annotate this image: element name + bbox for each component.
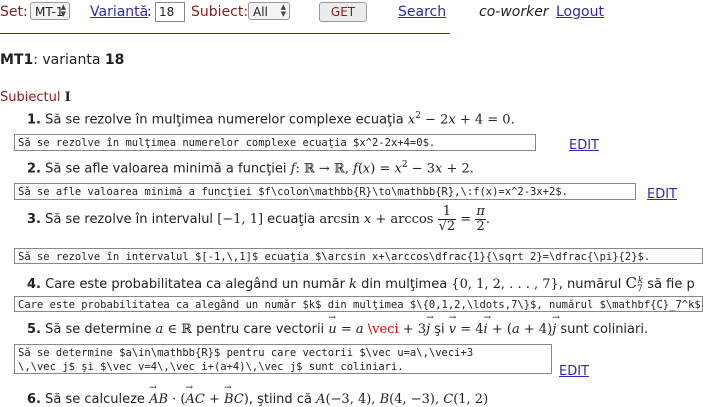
problem-5-text: 5. Să se determine a ∈ ℝ pentru care vec…: [27, 322, 648, 337]
set-code: MT1: [0, 52, 34, 68]
get-button[interactable]: GET: [319, 2, 367, 22]
logout-link[interactable]: Logout: [556, 4, 604, 20]
problem-1-source-input[interactable]: Să se rezolve în mulţimea numerelor comp…: [14, 134, 536, 151]
subiect-select[interactable]: All ▲ ▼: [248, 2, 290, 20]
problem-5-edit-link[interactable]: EDIT: [559, 364, 589, 379]
problem-3-text: 3. Să se rezolve în intervalul [−1, 1] e…: [27, 204, 491, 234]
problem-3-source-input[interactable]: Să se rezolve în intervalul $[-1,\,1]$ e…: [14, 248, 703, 264]
select-arrows-icon: ▲ ▼: [60, 3, 66, 18]
subiect-select-value: All: [253, 5, 268, 19]
varianta-link[interactable]: Variantă: [90, 4, 148, 20]
toolbar: Set: MT-1 ▲ ▼ Variantă : 18 Subiect: All …: [0, 0, 450, 34]
problem-4-text: 4. Care este probabilitatea ca alegând u…: [27, 274, 695, 295]
page-title: MT1: varianta 18: [0, 52, 125, 68]
varianta-colon: :: [147, 4, 152, 20]
problem-1-text: 1. Să se rezolve în mulţimea numerelor c…: [27, 111, 515, 128]
problem-1-edit-link[interactable]: EDIT: [569, 138, 599, 153]
select-arrows-icon: ▲ ▼: [280, 3, 286, 18]
problem-2-source-input[interactable]: Să se afle valoarea minimă a funcţiei $f…: [14, 183, 636, 200]
problem-4-source-input[interactable]: Care este probabilitatea ca alegând un n…: [14, 296, 703, 312]
section-title: Subiectul I: [0, 90, 71, 105]
varianta-input[interactable]: 18: [155, 2, 185, 22]
subiect-label: Subiect:: [191, 4, 249, 20]
variant-number: 18: [104, 52, 125, 68]
problem-5-source-input[interactable]: Să se determine $a\in\mathbb{R}$ pentru …: [14, 344, 552, 374]
set-select-value: MT-1: [35, 5, 64, 19]
problem-2-text: 2. Să se afle valoarea minimă a funcţiei…: [27, 160, 474, 177]
problem-2-edit-link[interactable]: EDIT: [647, 187, 677, 202]
user-role: co-worker: [479, 4, 549, 20]
set-select[interactable]: MT-1 ▲ ▼: [30, 2, 70, 20]
problem-6-text: 6. Să se calculeze AB · (AC + BC), ştiin…: [27, 392, 488, 407]
search-link[interactable]: Search: [398, 4, 446, 20]
set-label: Set:: [0, 4, 28, 20]
